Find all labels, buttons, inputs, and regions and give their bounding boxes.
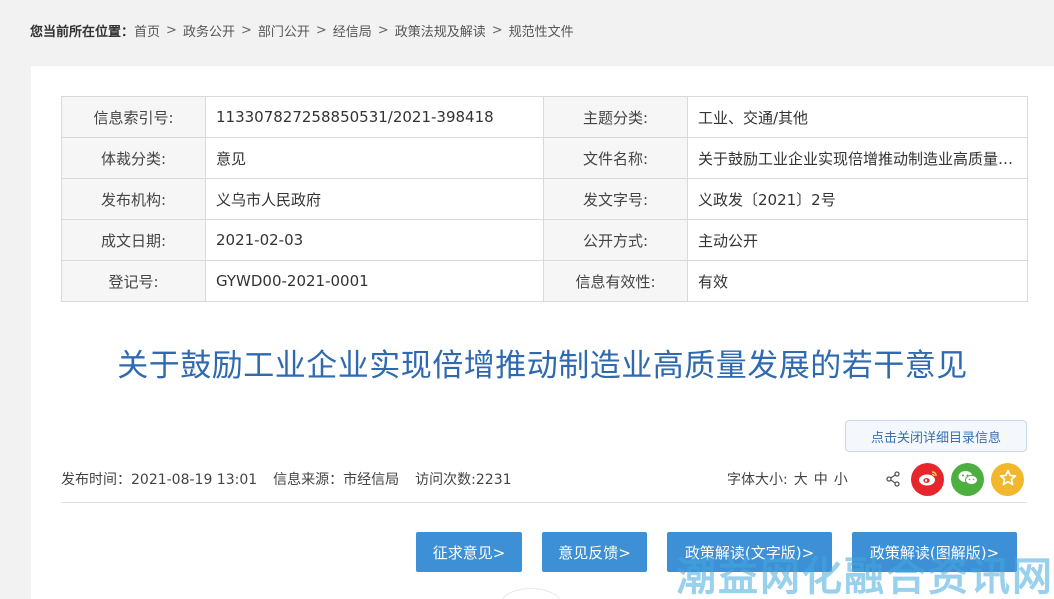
meta-value-written-date: 2021-02-03 [205,219,544,261]
font-size-label: 字体大小: [727,472,788,488]
breadcrumb-item-gov-affairs[interactable]: 政务公开 [183,21,235,40]
meta-key-topic: 主题分类: [543,96,688,138]
breadcrumb: 您当前所在位置： 首页 > 政务公开 > 部门公开 > 经信局 > 政策法规及解… [30,20,574,40]
breadcrumb-item-home[interactable]: 首页 [134,21,160,40]
meta-value-topic: 工业、交通/其他 [687,96,1028,138]
wechat-share-button[interactable] [951,463,984,496]
feedback-button[interactable]: 意见反馈> [542,532,647,572]
article-info: 发布时间：2021-08-19 13:01 信息来源：市经信局 访问次数:223… [61,468,528,490]
table-row: 登记号: GYWD00-2021-0001 信息有效性: 有效 [61,260,1028,302]
meta-value-disclosure: 主动公开 [687,219,1028,261]
breadcrumb-label: 您当前所在位置： [30,24,135,40]
font-size-medium-button[interactable]: 中 [814,469,828,489]
breadcrumb-item-normative[interactable]: 规范性文件 [509,21,574,40]
star-icon [999,469,1017,491]
meta-value-genre: 意见 [205,137,544,179]
font-size-small-button[interactable]: 小 [834,469,848,489]
breadcrumb-separator: > [315,22,327,38]
info-source: 信息来源：市经信局 [273,472,400,488]
meta-value-filename: 关于鼓励工业企业实现倍增推动制造业高质量发展的若干意见 [687,137,1028,179]
meta-key-filename: 文件名称: [543,137,688,179]
meta-value-index: 113307827258850531/2021-398418 [205,96,544,138]
meta-value-validity: 有效 [687,260,1028,302]
meta-key-disclosure: 公开方式: [543,219,688,261]
meta-key-doc-number: 发文字号: [543,178,688,220]
divider [61,502,1027,503]
meta-key-validity: 信息有效性: [543,260,688,302]
meta-value-doc-number: 义政发〔2021〕2号 [687,178,1028,220]
breadcrumb-item-policy[interactable]: 政策法规及解读 [395,21,486,40]
favorite-button[interactable] [991,463,1024,496]
share-icon[interactable] [883,468,903,490]
toggle-catalog-button[interactable]: 点击关闭详细目录信息 [845,420,1027,452]
meta-key-genre: 体裁分类: [61,137,206,179]
font-size-large-button[interactable]: 大 [794,469,808,489]
table-row: 信息索引号: 113307827258850531/2021-398418 主题… [61,96,1028,138]
content-panel: 信息索引号: 113307827258850531/2021-398418 主题… [31,66,1054,599]
breadcrumb-item-bureau[interactable]: 经信局 [333,21,372,40]
meta-key-index: 信息索引号: [61,96,206,138]
breadcrumb-separator: > [377,22,389,38]
document-title: 关于鼓励工业企业实现倍增推动制造业高质量发展的若干意见 [117,348,968,384]
table-row: 体裁分类: 意见 文件名称: 关于鼓励工业企业实现倍增推动制造业高质量发展的若干… [61,137,1028,179]
meta-value-publisher: 义乌市人民政府 [205,178,544,220]
meta-key-written-date: 成文日期: [61,219,206,261]
wechat-icon [957,469,979,491]
breadcrumb-separator: > [166,22,177,38]
visit-count: 访问次数:2231 [415,472,512,488]
weibo-icon [917,469,939,491]
publish-time: 发布时间：2021-08-19 13:01 [61,472,258,488]
watermark-logo: 潮益网化融合资讯网 [676,554,1054,599]
weibo-share-button[interactable] [911,463,944,496]
font-size-control: 字体大小: 大 中 小 [727,468,848,490]
breadcrumb-separator: > [491,22,503,38]
document-meta-table: 信息索引号: 113307827258850531/2021-398418 主题… [61,96,1028,302]
qr-code-hint [501,588,561,599]
meta-key-registration: 登记号: [61,260,206,302]
breadcrumb-separator: > [240,22,252,38]
meta-value-registration: GYWD00-2021-0001 [205,260,544,302]
breadcrumb-item-department[interactable]: 部门公开 [258,21,310,40]
meta-key-publisher: 发布机构: [61,178,206,220]
solicit-opinion-button[interactable]: 征求意见> [416,532,522,572]
table-row: 发布机构: 义乌市人民政府 发文字号: 义政发〔2021〕2号 [61,178,1028,220]
table-row: 成文日期: 2021-02-03 公开方式: 主动公开 [61,219,1028,261]
